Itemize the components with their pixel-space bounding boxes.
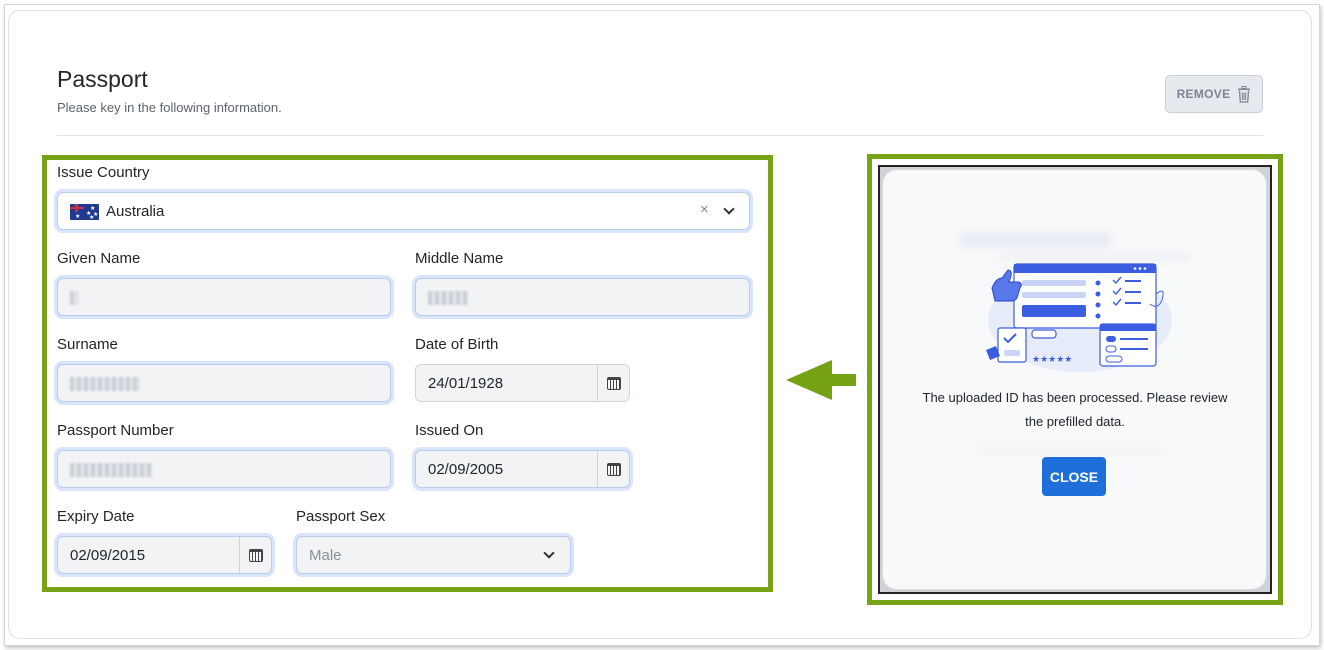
faded-heading [960, 232, 1110, 248]
remove-button[interactable]: REMOVE [1165, 75, 1263, 113]
modal-message: The uploaded ID has been processed. Plea… [895, 386, 1255, 434]
modal-message-line1: The uploaded ID has been processed. Plea… [922, 390, 1228, 405]
arrow-left-icon [786, 360, 856, 400]
faded-text-line [975, 448, 1165, 454]
page-subtitle: Please key in the following information. [57, 100, 282, 115]
trash-icon [1238, 85, 1251, 103]
close-button[interactable]: CLOSE [1042, 457, 1106, 496]
page-title: Passport [57, 66, 148, 92]
form-highlight-frame [42, 155, 773, 592]
id-processing-illustration: ★★★★★ [986, 263, 1172, 372]
modal-message-line2: the prefilled data. [1025, 414, 1125, 429]
header-divider [57, 135, 1263, 136]
remove-button-label: REMOVE [1176, 87, 1231, 101]
svg-text:★★★★★: ★★★★★ [1032, 355, 1072, 365]
